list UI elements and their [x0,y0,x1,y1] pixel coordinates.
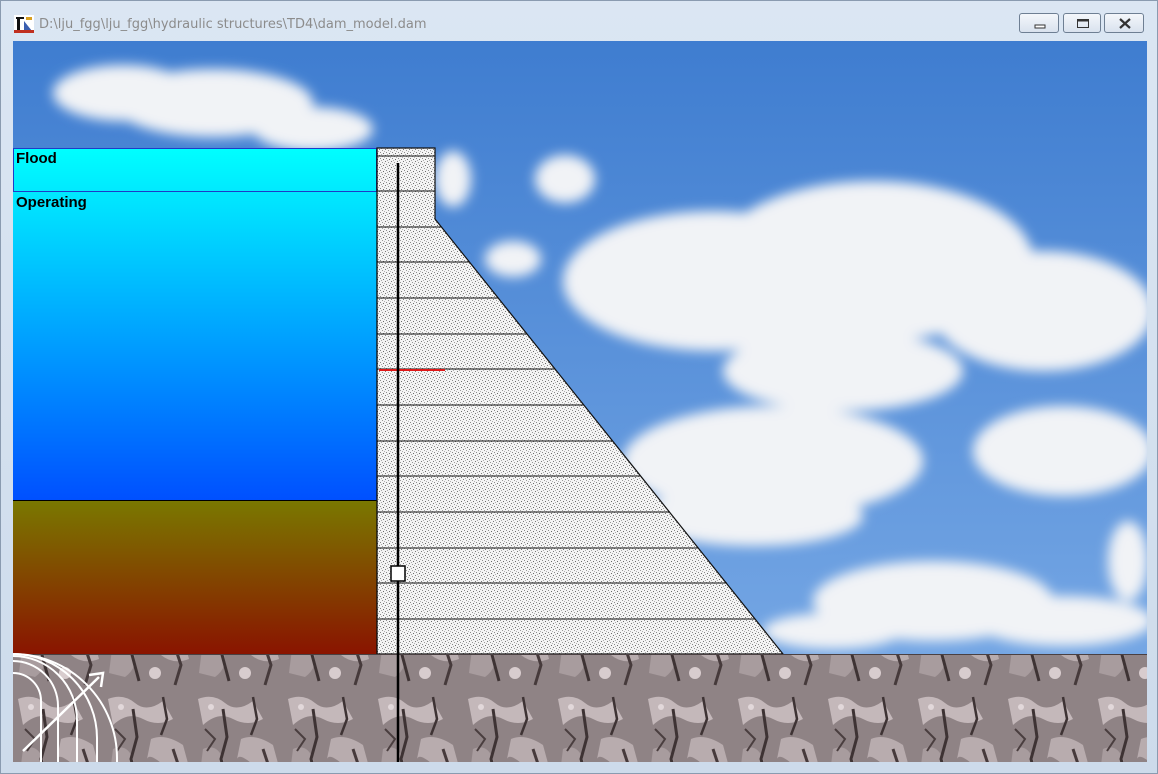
dam-scene [13,41,1147,762]
dam-app-icon [14,15,34,33]
close-icon [1119,18,1131,29]
dam-model-canvas[interactable]: Flood Operating [13,41,1147,762]
uplift-control-handle [390,565,406,582]
minimize-button[interactable] [1019,13,1059,33]
operating-zone-label: Operating [16,194,87,211]
title-bar[interactable]: D:\lju_fgg\lju_fgg\hydraulic structures\… [1,1,1157,41]
minimize-icon [1034,24,1046,29]
foundation-rock [13,654,1147,762]
flood-zone-label: Flood [16,150,57,167]
sediment-layer [13,501,377,654]
maximize-button[interactable] [1063,13,1101,33]
close-button[interactable] [1104,13,1144,33]
window-title: D:\lju_fgg\lju_fgg\hydraulic structures\… [39,17,427,32]
application-window: D:\lju_fgg\lju_fgg\hydraulic structures\… [0,0,1158,774]
maximize-icon [1077,19,1089,28]
